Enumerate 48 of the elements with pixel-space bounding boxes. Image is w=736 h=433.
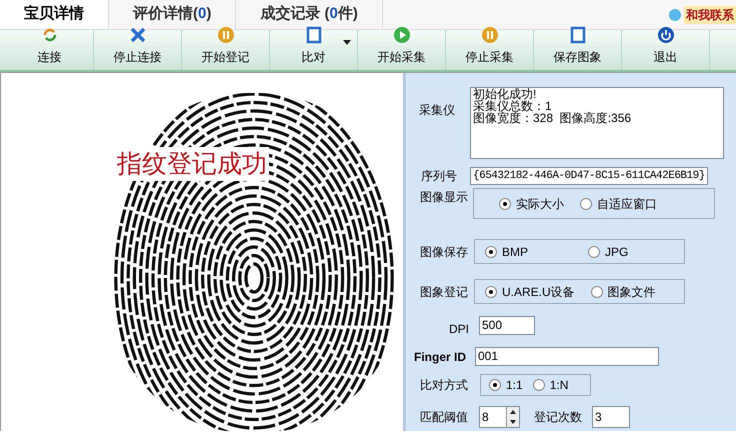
radio-button[interactable] [532,379,545,391]
threshold-spinner[interactable]: 8 [479,406,520,428]
field-label: DPI [448,321,470,338]
toolbar-button[interactable]: 比对 [270,30,358,70]
field-label: Finger ID [414,348,468,366]
close-icon [128,26,146,44]
field-label: 图像保存 [419,244,469,260]
toolbar-button[interactable]: 退出 [622,30,710,70]
toolbar-button[interactable]: 保存图象 [534,30,622,70]
radio-button[interactable] [580,198,592,210]
radio-button[interactable] [588,246,600,258]
field-label: 图象登记 [419,284,469,300]
option-label: 图象文件 [608,284,656,300]
serial-field[interactable]: {65432182-446A-0D47-8C15-611CA42E6B19} [470,167,708,185]
field-label: 序列号 [420,168,458,185]
caret-icon [343,40,351,45]
field-label: 采集仪 [418,102,456,119]
toolbar-button[interactable]: 开始采集 [358,30,446,70]
field-label: 图像显示 [419,189,469,206]
radio-button[interactable] [590,286,603,298]
option-label: 1:N [550,377,568,394]
radio-button[interactable] [485,246,497,258]
log-line: 采集仪总数：1 [473,100,553,112]
radio-button[interactable] [485,286,497,298]
log-line: 图像宽度：328 图像高度:356 [473,112,632,124]
option-label: 自适应窗口 [597,196,657,212]
field-label: 比对方式 [419,377,469,394]
option-label: 1:1 [506,377,523,394]
finger-id-field[interactable]: 001 [475,347,659,366]
toolbar-button[interactable]: 停止采集 [446,30,534,70]
toolbar-button[interactable]: 停止连接 [94,30,182,70]
option-label: 实际大小 [516,196,564,212]
toolbar-button[interactable]: 开始登记 [182,30,270,70]
log-line: 初始化成功! [473,88,538,100]
contact-link[interactable]: 和我联系 [668,0,736,29]
radio-button[interactable] [489,379,501,391]
dpi-field[interactable]: 500 [479,316,535,334]
status-message: 指纹登记成功 [115,147,269,181]
toolbar-button[interactable]: 连接 [6,30,94,70]
radio-button[interactable] [499,198,511,210]
field-label: 匹配阈值 [419,409,469,426]
option-label: JPG [605,244,628,260]
tab[interactable]: 宝贝详情 [0,0,109,29]
option-label: U.ARE.U设备 [502,284,575,300]
field-label: 登记次数 [534,409,583,426]
device-log-textarea[interactable]: 初始化成功! 采集仪总数：1 图像宽度：328 图像高度:356 [470,87,724,159]
enroll-count-field[interactable]: 3 [592,406,630,428]
option-label: BMP [502,244,528,260]
